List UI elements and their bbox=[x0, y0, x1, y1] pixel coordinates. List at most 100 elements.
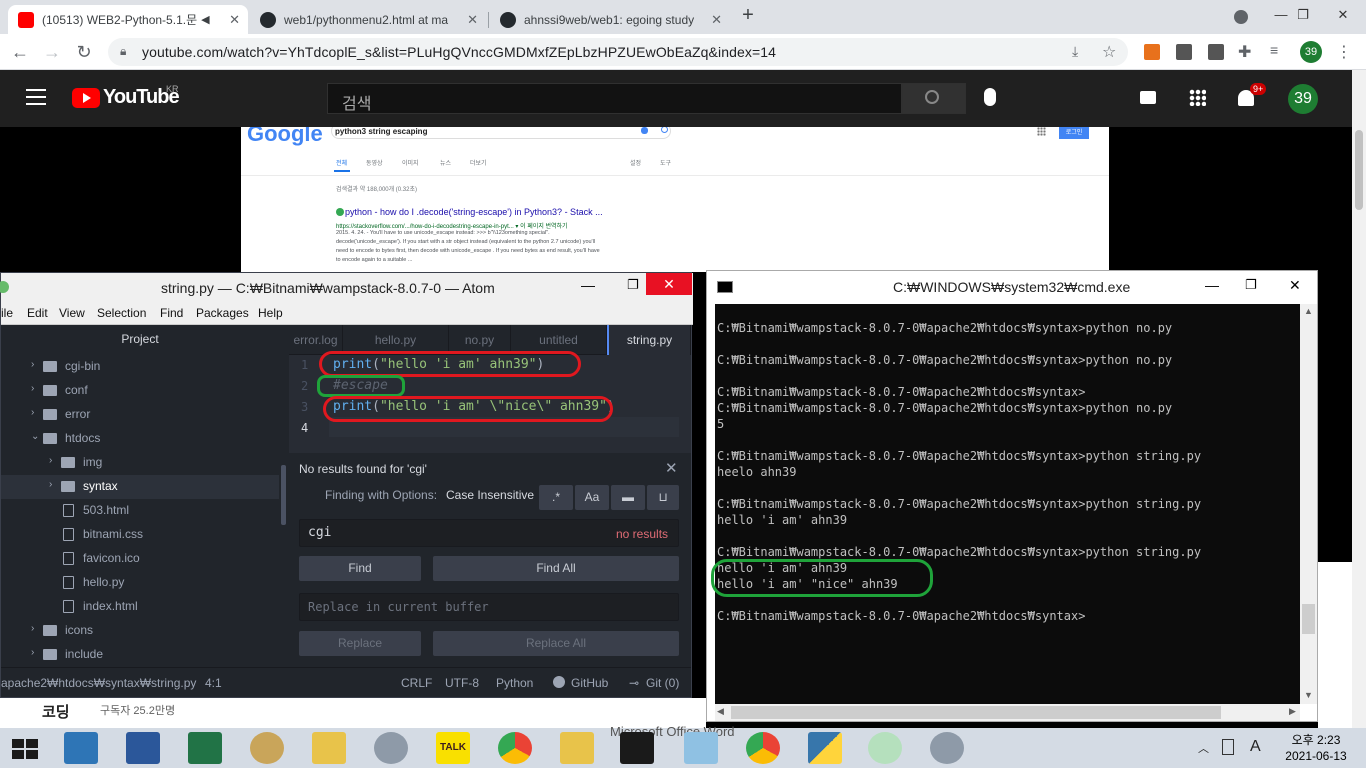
microphone-icon[interactable] bbox=[984, 88, 996, 106]
cursor-position[interactable]: 4:1 bbox=[205, 676, 222, 690]
tab-search-icon[interactable] bbox=[1234, 10, 1248, 24]
tree-file-item[interactable]: 503.html bbox=[1, 499, 279, 523]
profile-avatar[interactable]: 39 bbox=[1300, 41, 1322, 63]
cmd-title-bar[interactable]: C:₩WINDOWS₩system32₩cmd.exe — ❐ ✕ bbox=[707, 271, 1317, 303]
tree-folder-item[interactable]: ⌄ htdocs bbox=[1, 427, 279, 451]
settings-gear-icon[interactable] bbox=[930, 732, 964, 764]
find-button[interactable]: Find bbox=[299, 556, 421, 581]
replace-all-button[interactable]: Replace All bbox=[433, 631, 679, 656]
close-tab-icon[interactable]: ✕ bbox=[229, 12, 240, 28]
notepad-icon[interactable] bbox=[684, 732, 718, 764]
word-app-icon[interactable] bbox=[126, 732, 160, 764]
case-sensitive-toggle-button[interactable]: Aa bbox=[575, 485, 609, 510]
chevron-icon[interactable]: › bbox=[31, 623, 34, 634]
maximize-icon[interactable]: ❐ bbox=[1245, 277, 1257, 293]
replace-input[interactable]: Replace in current buffer bbox=[299, 593, 679, 621]
cmd-taskbar-icon[interactable] bbox=[620, 732, 654, 764]
extension-icon[interactable] bbox=[1208, 44, 1224, 60]
close-window-icon[interactable]: ✕ bbox=[1320, 0, 1366, 30]
media-control-icon[interactable]: ≡ bbox=[1270, 42, 1278, 58]
atom-taskbar-icon[interactable] bbox=[868, 732, 902, 764]
close-icon[interactable]: ✕ bbox=[665, 459, 678, 477]
code-editor[interactable]: 1 2 3 4 print("hello 'i am' ahn39") #esc… bbox=[289, 351, 691, 445]
chevron-icon[interactable]: › bbox=[31, 407, 34, 418]
chrome-icon[interactable] bbox=[498, 732, 532, 764]
avatar[interactable]: 39 bbox=[1288, 84, 1318, 114]
chevron-icon[interactable]: › bbox=[31, 383, 34, 394]
tree-file-item[interactable]: index.html bbox=[1, 595, 279, 619]
chevron-icon[interactable]: ⌄ bbox=[31, 431, 39, 442]
horizontal-scrollbar[interactable]: ◀ ▶ bbox=[715, 704, 1300, 721]
menu-edit[interactable]: Edit bbox=[27, 306, 48, 320]
scroll-right-icon[interactable]: ▶ bbox=[1289, 706, 1296, 717]
battery-icon[interactable] bbox=[1222, 739, 1234, 755]
tree-folder-item[interactable]: › icons bbox=[1, 619, 279, 643]
tree-file-item[interactable]: favicon.ico bbox=[1, 547, 279, 571]
menu-find[interactable]: Find bbox=[160, 306, 183, 320]
tree-folder-item[interactable]: › cgi-bin bbox=[1, 355, 279, 379]
scrollbar-thumb[interactable] bbox=[1302, 604, 1315, 634]
hangul-app-icon[interactable] bbox=[64, 732, 98, 764]
tree-folder-item[interactable]: › conf bbox=[1, 379, 279, 403]
in-selection-toggle-button[interactable]: ▬ bbox=[611, 485, 645, 510]
extension-icon[interactable] bbox=[1144, 44, 1160, 60]
search-button[interactable] bbox=[902, 83, 966, 114]
tree-file-item[interactable]: hello.py bbox=[1, 571, 279, 595]
tree-file-item[interactable]: bitnami.css bbox=[1, 523, 279, 547]
paint-app-icon[interactable] bbox=[250, 732, 284, 764]
close-tab-icon[interactable]: ✕ bbox=[711, 12, 722, 28]
back-icon[interactable]: ← bbox=[8, 40, 32, 64]
new-tab-button[interactable]: + bbox=[738, 5, 758, 26]
chevron-icon[interactable]: › bbox=[49, 455, 52, 466]
tab-youtube[interactable]: (10513) WEB2-Python-5.1.문 ◀ ✕ bbox=[8, 5, 248, 34]
grammar[interactable]: Python bbox=[496, 676, 533, 690]
menu-packages[interactable]: Packages bbox=[196, 306, 249, 320]
url-text[interactable]: youtube.com/watch?v=YhTdcoplE_s&list=PLu… bbox=[142, 44, 776, 60]
bookmark-star-icon[interactable]: ☆ bbox=[1102, 42, 1116, 62]
settings-gear-icon[interactable] bbox=[374, 732, 408, 764]
forward-icon[interactable]: → bbox=[40, 40, 64, 64]
python-icon[interactable] bbox=[808, 732, 842, 764]
file-explorer-icon[interactable] bbox=[312, 732, 346, 764]
tree-folder-item[interactable]: › include bbox=[1, 643, 279, 667]
encoding[interactable]: UTF-8 bbox=[445, 676, 479, 690]
editor-tab-active[interactable]: string.py bbox=[607, 325, 691, 355]
chevron-icon[interactable]: › bbox=[31, 647, 34, 658]
replace-button[interactable]: Replace bbox=[299, 631, 421, 656]
menu-file[interactable]: ile bbox=[1, 306, 13, 320]
folder-icon[interactable] bbox=[560, 732, 594, 764]
tab-github-1[interactable]: web1/pythonmenu2.html at ma ✕ bbox=[250, 5, 486, 34]
start-windows-icon[interactable] bbox=[12, 739, 38, 759]
maximize-icon[interactable]: ❐ bbox=[627, 277, 639, 293]
console-output[interactable]: C:₩Bitnami₩wampstack-8.0.7-0₩apache2₩htd… bbox=[715, 304, 1300, 704]
apps-grid-icon[interactable] bbox=[1189, 89, 1206, 106]
tree-folder-item[interactable]: › error bbox=[1, 403, 279, 427]
scrollbar-thumb[interactable] bbox=[731, 706, 1221, 719]
chevron-icon[interactable]: › bbox=[31, 359, 34, 370]
address-bar[interactable]: 🔒︎ youtube.com/watch?v=YhTdcoplE_s&list=… bbox=[108, 38, 1128, 66]
kebab-menu-icon[interactable]: ⋮ bbox=[1336, 42, 1352, 62]
chevron-icon[interactable]: › bbox=[49, 479, 52, 490]
regex-toggle-button[interactable]: .* bbox=[539, 485, 573, 510]
close-window-icon[interactable]: ✕ bbox=[646, 273, 692, 295]
vertical-scrollbar[interactable]: ▲ ▼ bbox=[1300, 304, 1317, 704]
excel-app-icon[interactable] bbox=[188, 732, 222, 764]
menu-selection[interactable]: Selection bbox=[97, 306, 146, 320]
github-status[interactable]: GitHub bbox=[571, 676, 608, 690]
tab-github-2[interactable]: ahnssi9web/web1: egoing study ✕ bbox=[490, 5, 730, 34]
line-ending[interactable]: CRLF bbox=[401, 676, 432, 690]
tree-scrollbar[interactable] bbox=[281, 465, 286, 525]
channel-name[interactable]: 코딩 bbox=[42, 701, 70, 722]
youtube-logo-icon[interactable] bbox=[72, 88, 100, 108]
menu-view[interactable]: View bbox=[59, 306, 85, 320]
puzzle-icon[interactable]: ✚ bbox=[1238, 42, 1251, 62]
find-all-button[interactable]: Find All bbox=[433, 556, 679, 581]
hamburger-menu-icon[interactable] bbox=[26, 89, 46, 105]
whole-word-toggle-button[interactable]: ⊔ bbox=[647, 485, 679, 510]
taskbar-clock[interactable]: 오후 2:23 2021-06-13 bbox=[1270, 732, 1362, 764]
git-status[interactable]: Git (0) bbox=[646, 676, 679, 690]
reload-icon[interactable]: ↻ bbox=[72, 40, 96, 64]
chrome-icon[interactable] bbox=[746, 732, 780, 764]
page-scrollbar[interactable] bbox=[1352, 70, 1366, 728]
tree-folder-item[interactable]: › syntax bbox=[1, 475, 279, 499]
